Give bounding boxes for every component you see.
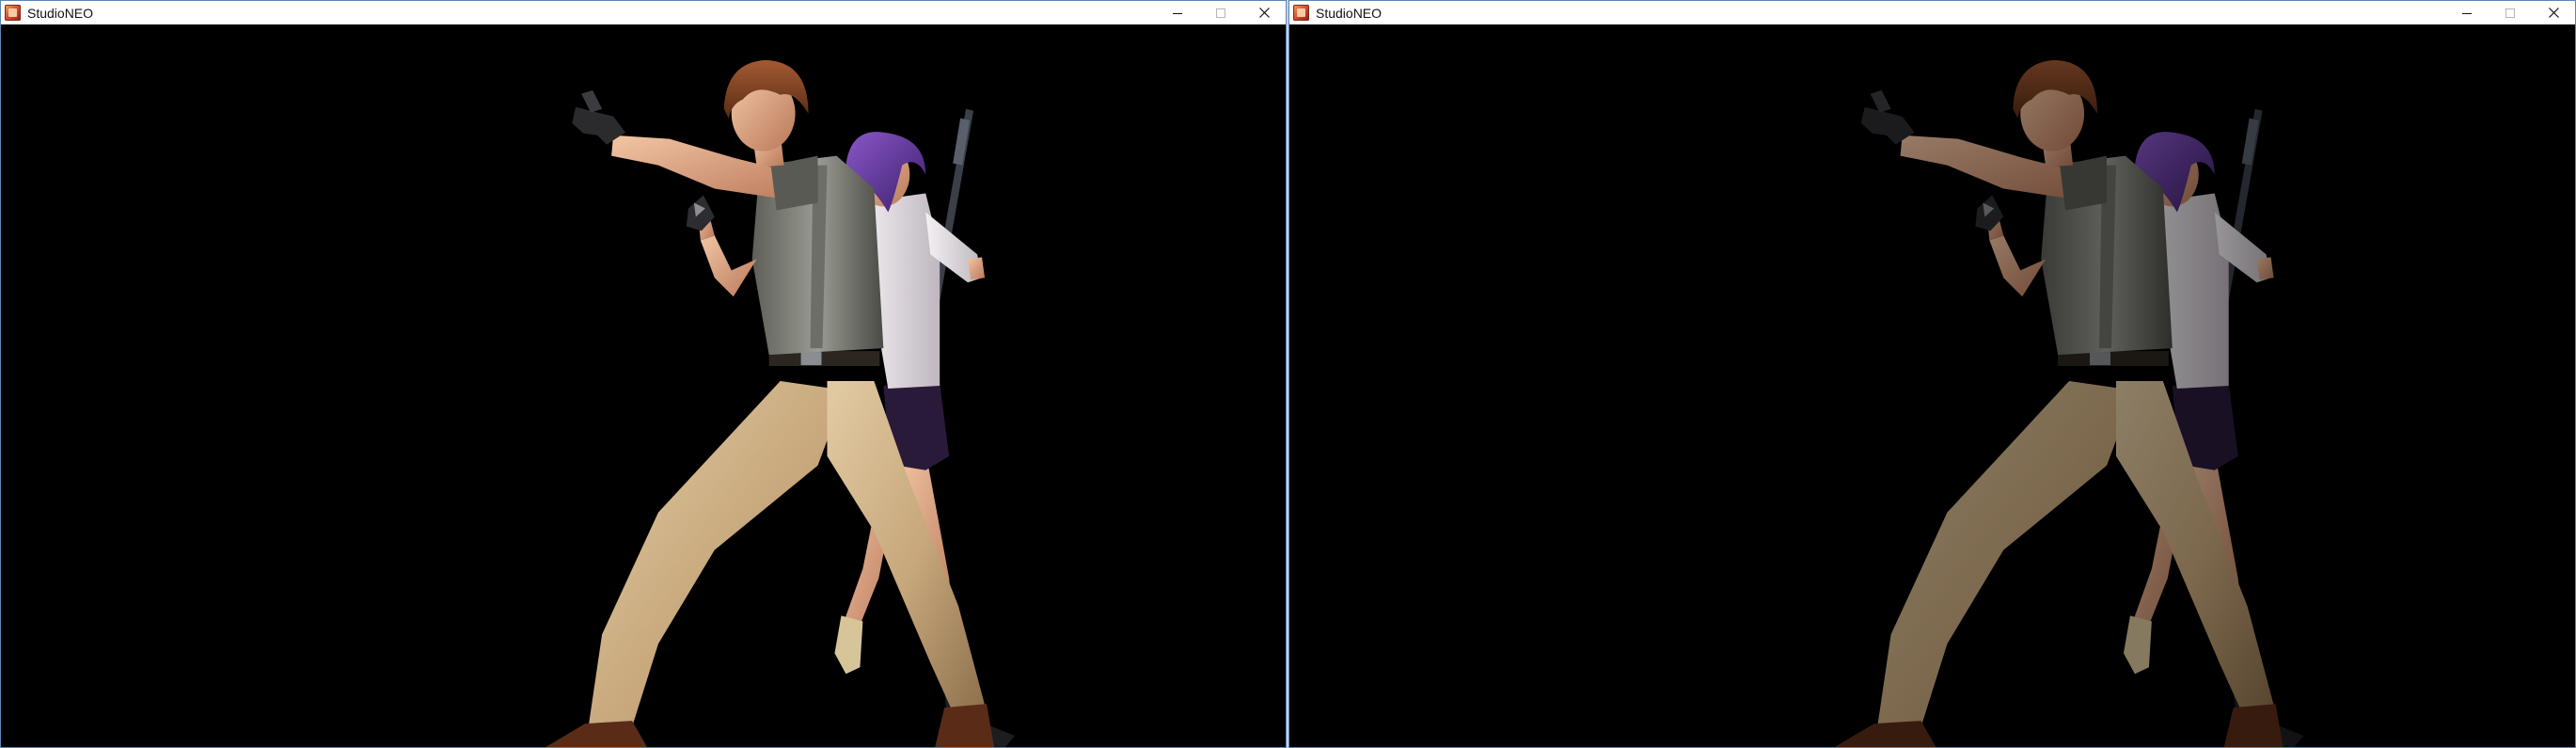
minimize-button[interactable]: [2445, 1, 2489, 24]
desktop: StudioNEO StudioNEO: [0, 0, 2576, 748]
caption-buttons: [2445, 1, 2575, 24]
titlebar[interactable]: StudioNEO: [1289, 1, 2575, 24]
window-title: StudioNEO: [27, 5, 94, 21]
character-render-image: [1834, 59, 2304, 747]
studioneo-window-right: StudioNEO: [1288, 0, 2576, 748]
titlebar[interactable]: StudioNEO: [1, 1, 1286, 24]
maximize-button[interactable]: [1199, 1, 1242, 24]
close-icon: [1258, 8, 1270, 18]
studioneo-app-icon[interactable]: [5, 5, 21, 21]
close-button[interactable]: [2532, 1, 2575, 24]
window-title: StudioNEO: [1316, 5, 1383, 21]
caption-buttons: [1156, 1, 1286, 24]
maximize-icon: [1216, 8, 1225, 18]
render-viewport[interactable]: [1289, 24, 2575, 747]
minimize-button[interactable]: [1156, 1, 1199, 24]
maximize-button[interactable]: [2489, 1, 2532, 24]
close-button[interactable]: [1242, 1, 1286, 24]
maximize-icon: [2505, 8, 2515, 18]
minimize-icon: [2462, 12, 2472, 14]
character-render-image: [545, 59, 1015, 747]
studioneo-app-icon[interactable]: [1293, 5, 1309, 21]
minimize-icon: [1173, 12, 1182, 14]
render-viewport[interactable]: [1, 24, 1286, 747]
close-icon: [2548, 8, 2559, 18]
studioneo-window-left: StudioNEO: [0, 0, 1287, 748]
